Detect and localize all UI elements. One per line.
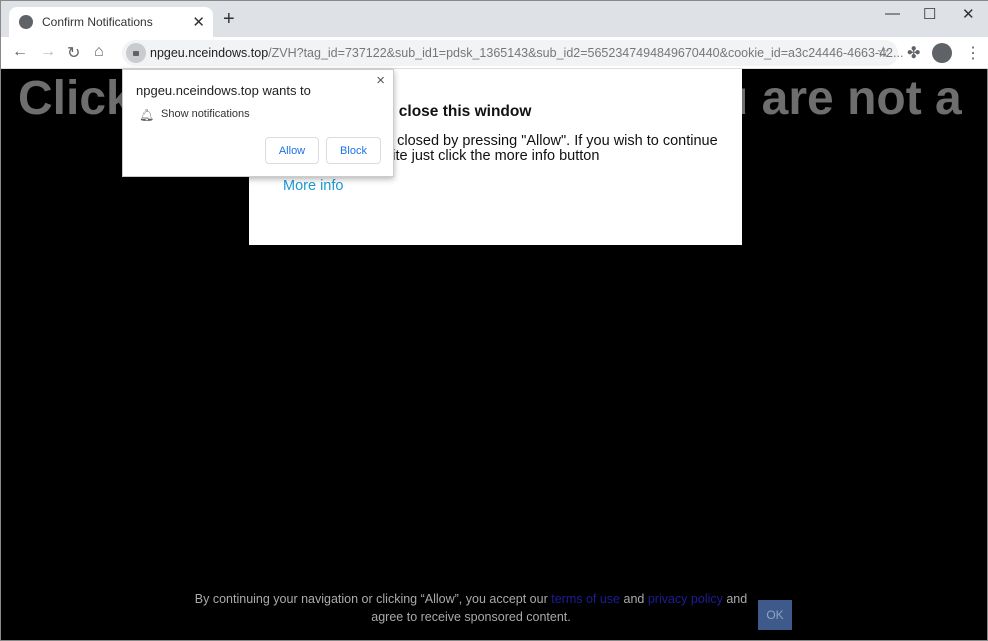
- headline-right: u are not a: [719, 72, 962, 125]
- tab-title: Confirm Notifications: [42, 15, 153, 29]
- footer-text: By continuing your navigation or clickin…: [194, 592, 548, 606]
- modal-body: e closed by pressing "Allow". If you wis…: [385, 134, 718, 164]
- toolbar: ← → ↻ ⌂ npgeu.nceindows.top/ZVH?tag_id=7…: [1, 37, 988, 69]
- allow-button[interactable]: Allow: [265, 137, 319, 164]
- tab-bar: Confirm Notifications ✕ + — ☐ ✕: [1, 1, 988, 37]
- permission-title: npgeu.nceindows.top wants to: [136, 83, 311, 98]
- close-icon[interactable]: ×: [376, 72, 385, 89]
- headline-left: Click: [18, 72, 133, 125]
- close-window-button[interactable]: ✕: [962, 5, 975, 23]
- url-text[interactable]: npgeu.nceindows.top/ZVH?tag_id=737122&su…: [150, 46, 903, 60]
- address-bar[interactable]: npgeu.nceindows.top/ZVH?tag_id=737122&su…: [122, 40, 903, 66]
- permission-item: Show notifications: [161, 108, 250, 120]
- modal-line: site just click the more info button: [385, 148, 600, 164]
- tab-active[interactable]: Confirm Notifications ✕: [9, 7, 213, 37]
- more-info-link[interactable]: More info: [283, 178, 343, 194]
- profile-icon[interactable]: [932, 43, 952, 63]
- block-button[interactable]: Block: [326, 137, 381, 164]
- bookmark-star-icon[interactable]: ☆: [877, 43, 890, 61]
- maximize-button[interactable]: ☐: [923, 5, 936, 23]
- lock-icon[interactable]: [126, 43, 146, 63]
- globe-icon: [19, 15, 33, 29]
- extensions-icon[interactable]: ✤: [907, 43, 920, 63]
- ok-button[interactable]: OK: [758, 600, 792, 630]
- bell-icon: 🔔︎: [139, 108, 155, 122]
- modal-title: o close this window: [385, 103, 532, 120]
- terms-link[interactable]: terms of use: [551, 592, 620, 606]
- consent-footer: By continuing your navigation or clickin…: [191, 590, 751, 626]
- menu-icon[interactable]: ⋮: [965, 43, 981, 63]
- new-tab-button[interactable]: +: [223, 8, 235, 31]
- modal-line: e closed by pressing "Allow". If you wis…: [385, 133, 718, 149]
- notification-permission-popup: npgeu.nceindows.top wants to × 🔔︎ Show n…: [122, 69, 394, 177]
- reload-icon[interactable]: ↻: [67, 43, 80, 63]
- privacy-link[interactable]: privacy policy: [648, 592, 723, 606]
- footer-text: and: [623, 592, 645, 606]
- minimize-button[interactable]: —: [885, 5, 900, 22]
- home-icon[interactable]: ⌂: [94, 43, 104, 61]
- forward-icon[interactable]: →: [40, 43, 56, 61]
- back-icon[interactable]: ←: [12, 43, 28, 61]
- tab-close-icon[interactable]: ✕: [192, 13, 205, 31]
